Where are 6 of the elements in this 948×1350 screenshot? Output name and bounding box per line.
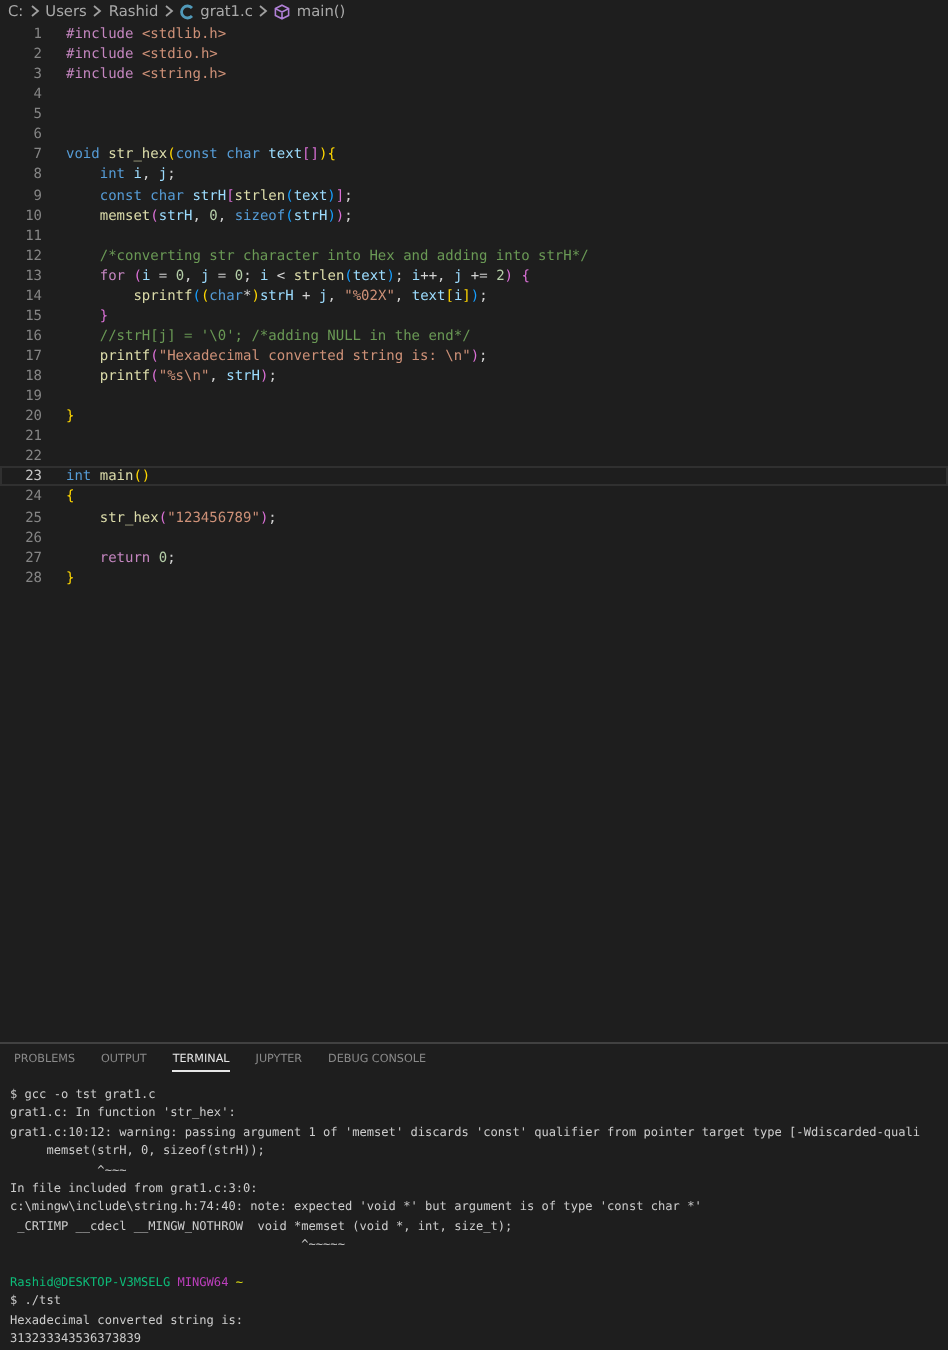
chevron-icon <box>92 4 103 18</box>
chevron-icon <box>258 4 269 18</box>
chevron-icon <box>29 4 40 18</box>
chevron-icon <box>164 4 175 18</box>
cube-icon <box>274 3 291 19</box>
c-file-icon <box>180 3 195 19</box>
